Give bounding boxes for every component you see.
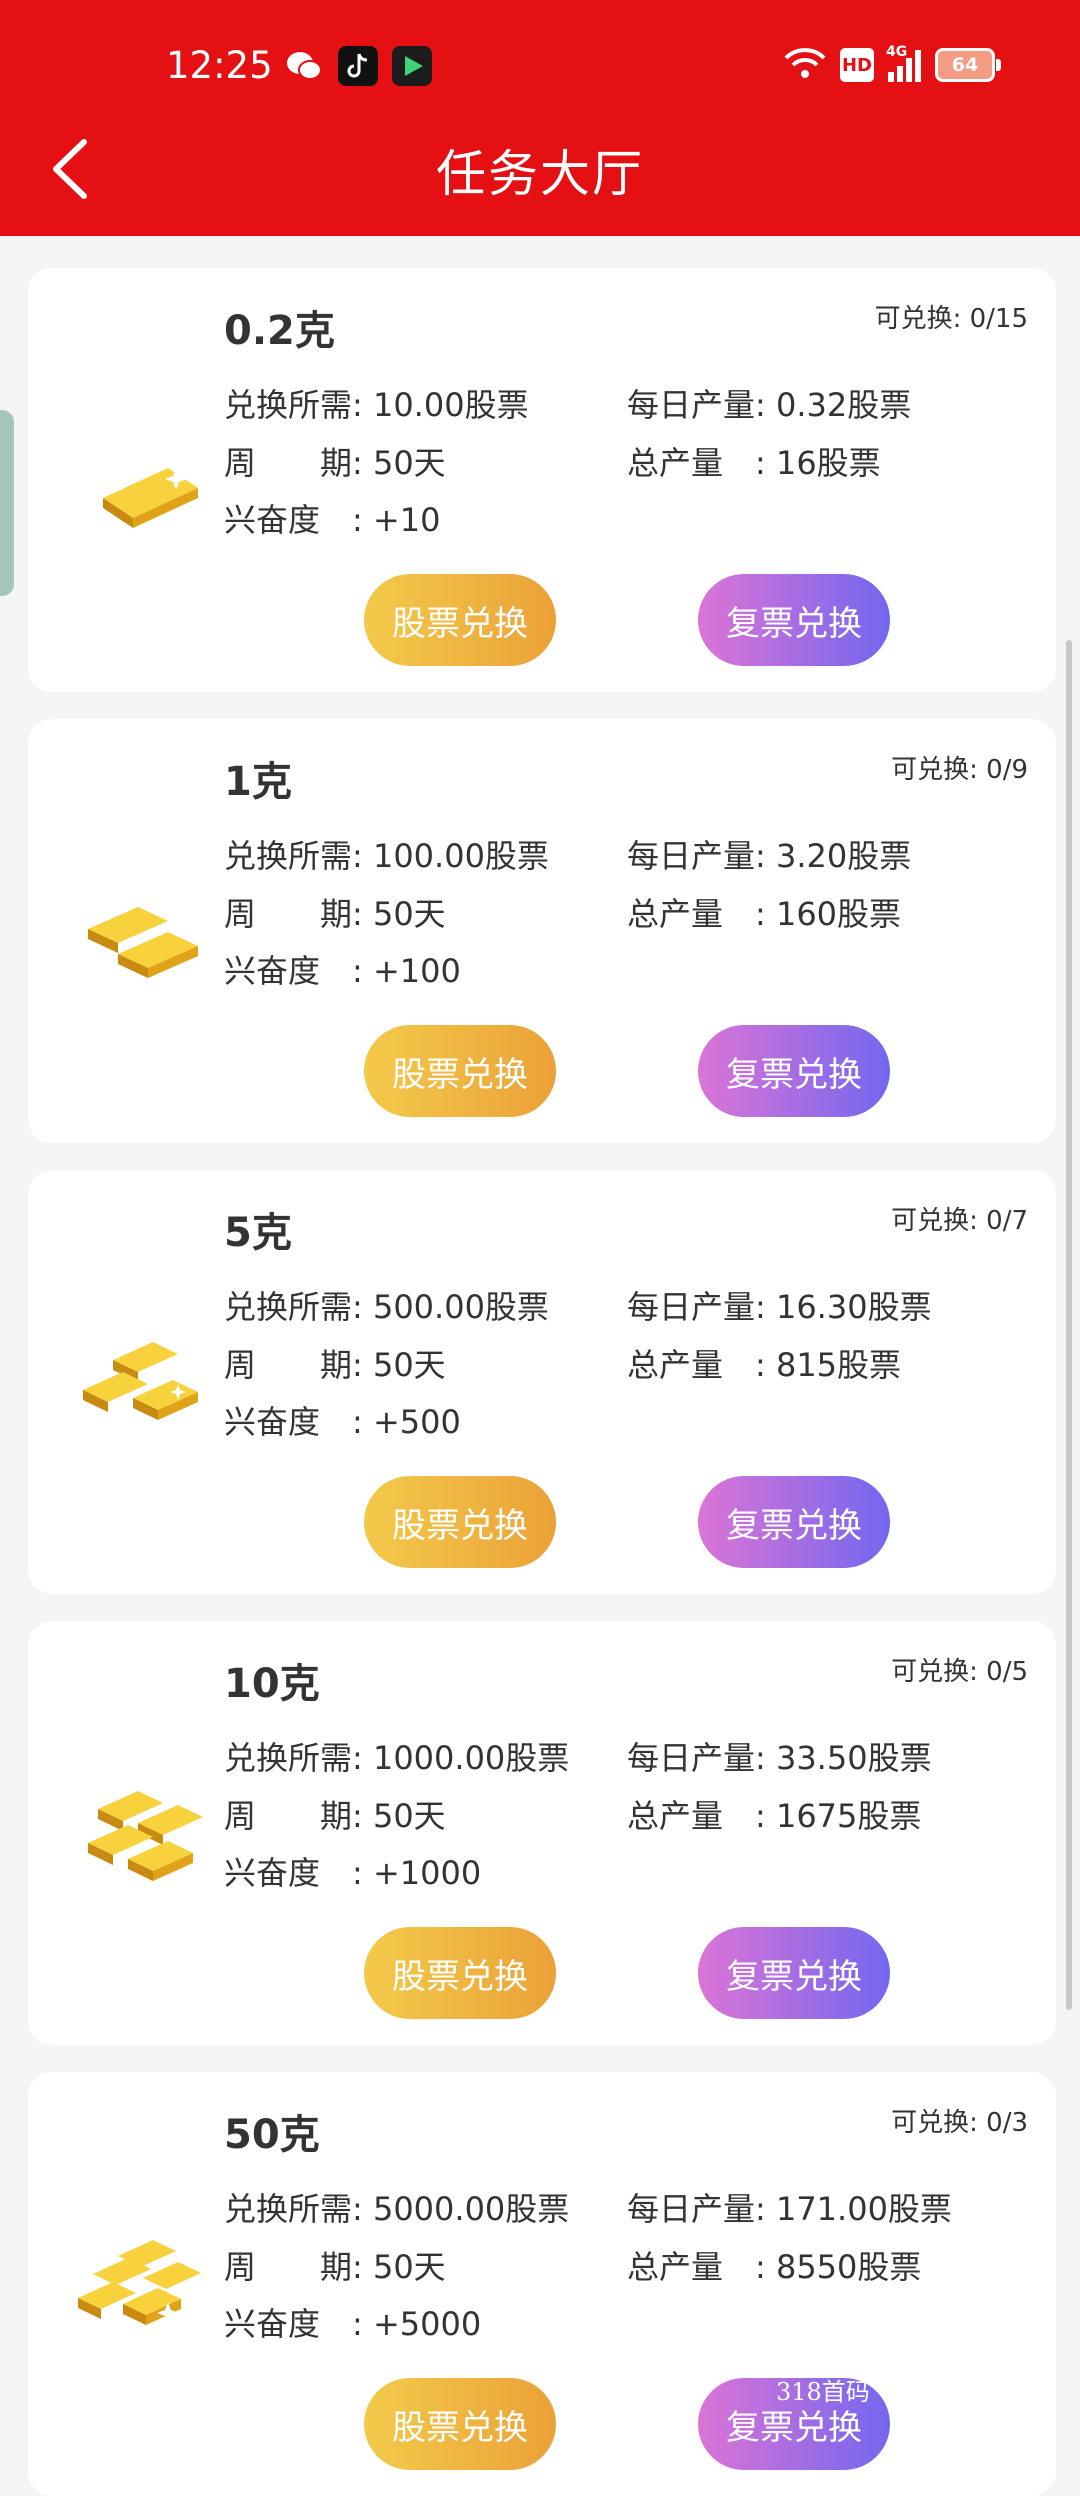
total-output: 总产量 : 8550股票 — [627, 2248, 922, 2286]
available-count: 可兑换: 0/7 — [891, 1206, 1028, 1236]
excitement: 兴奋度 : +10 — [224, 501, 441, 539]
stock-exchange-button[interactable]: 股票兑换 — [364, 2378, 556, 2470]
required-cost: 兑换所需: 1000.00股票 — [224, 1739, 570, 1777]
rebuy-exchange-button[interactable]: 复票兑换 — [698, 1476, 890, 1568]
gold-bar-image — [58, 1320, 228, 1450]
page-title: 任务大厅 — [436, 145, 644, 203]
period: 周 期: 50天 — [224, 444, 446, 482]
daily-output: 每日产量: 16.30股票 — [627, 1288, 932, 1326]
status-notification-icons — [284, 46, 432, 86]
hd-badge: HD — [840, 48, 874, 82]
period: 周 期: 50天 — [224, 895, 446, 933]
wechat-icon — [284, 46, 324, 86]
period: 周 期: 50天 — [224, 2248, 446, 2286]
tiktok-icon — [338, 46, 378, 86]
excitement: 兴奋度 : +1000 — [224, 1854, 482, 1892]
stock-exchange-button[interactable]: 股票兑换 — [364, 1476, 556, 1568]
gold-bar-image — [58, 1771, 228, 1901]
gold-bar-image — [58, 869, 228, 999]
total-output: 总产量 : 160股票 — [627, 895, 902, 933]
app-header: 12:25 HD 4G 64 任务大厅 — [0, 0, 1080, 236]
gold-bar-image — [58, 2222, 228, 2352]
task-card: 1克 可兑换: 0/9 兑换所需: 100.00股票 每日产量: 3.20股票 … — [28, 719, 1056, 1143]
stock-exchange-button[interactable]: 股票兑换 — [364, 574, 556, 666]
rebuy-exchange-button[interactable]: 复票兑换 — [698, 574, 890, 666]
wifi-icon — [784, 46, 826, 84]
gold-bar-image — [58, 418, 228, 548]
cellular-signal-icon: 4G — [886, 44, 921, 82]
excitement: 兴奋度 : +5000 — [224, 2305, 482, 2343]
item-title: 1克 — [224, 759, 292, 805]
item-title: 10克 — [224, 1661, 320, 1707]
daily-output: 每日产量: 3.20股票 — [627, 837, 912, 875]
status-system-icons: HD 4G 64 — [784, 44, 1001, 84]
required-cost: 兑换所需: 500.00股票 — [224, 1288, 549, 1326]
daily-output: 每日产量: 0.32股票 — [627, 386, 912, 424]
total-output: 总产量 : 815股票 — [627, 1346, 902, 1384]
network-type: 4G — [886, 44, 908, 60]
total-output: 总产量 : 16股票 — [627, 444, 881, 482]
task-card: 0.2克 可兑换: 0/15 兑换所需: 10.00股票 每日产量: 0.32股… — [28, 268, 1056, 692]
rebuy-exchange-button[interactable]: 复票兑换 — [698, 1927, 890, 2019]
item-title: 50克 — [224, 2112, 320, 2158]
available-count: 可兑换: 0/15 — [874, 304, 1028, 334]
available-count: 可兑换: 0/9 — [891, 755, 1028, 785]
scrollbar[interactable] — [1066, 640, 1072, 2010]
floating-side-handle[interactable] — [0, 410, 14, 596]
watermark-text: 318首码 — [776, 2378, 870, 2406]
stock-exchange-button[interactable]: 股票兑换 — [364, 1025, 556, 1117]
required-cost: 兑换所需: 10.00股票 — [224, 386, 529, 424]
item-title: 5克 — [224, 1210, 292, 1256]
task-card: 5克 可兑换: 0/7 兑换所需: 500.00股票 每日产量: 16.30股票… — [28, 1170, 1056, 1594]
daily-output: 每日产量: 171.00股票 — [627, 2190, 952, 2228]
total-output: 总产量 : 1675股票 — [627, 1797, 922, 1835]
required-cost: 兑换所需: 100.00股票 — [224, 837, 549, 875]
status-time: 12:25 — [166, 44, 273, 87]
task-card: 10克 可兑换: 0/5 兑换所需: 1000.00股票 每日产量: 33.50… — [28, 1621, 1056, 2045]
item-title: 0.2克 — [224, 308, 335, 354]
video-app-icon — [392, 46, 432, 86]
period: 周 期: 50天 — [224, 1346, 446, 1384]
battery-indicator: 64 — [935, 48, 1001, 82]
excitement: 兴奋度 : +100 — [224, 952, 461, 990]
available-count: 可兑换: 0/5 — [891, 1657, 1028, 1687]
task-card: 50克 可兑换: 0/3 兑换所需: 5000.00股票 每日产量: 171.0… — [28, 2072, 1056, 2496]
required-cost: 兑换所需: 5000.00股票 — [224, 2190, 570, 2228]
rebuy-exchange-button[interactable]: 复票兑换 — [698, 1025, 890, 1117]
available-count: 可兑换: 0/3 — [891, 2108, 1028, 2138]
daily-output: 每日产量: 33.50股票 — [627, 1739, 932, 1777]
stock-exchange-button[interactable]: 股票兑换 — [364, 1927, 556, 2019]
period: 周 期: 50天 — [224, 1797, 446, 1835]
excitement: 兴奋度 : +500 — [224, 1403, 461, 1441]
